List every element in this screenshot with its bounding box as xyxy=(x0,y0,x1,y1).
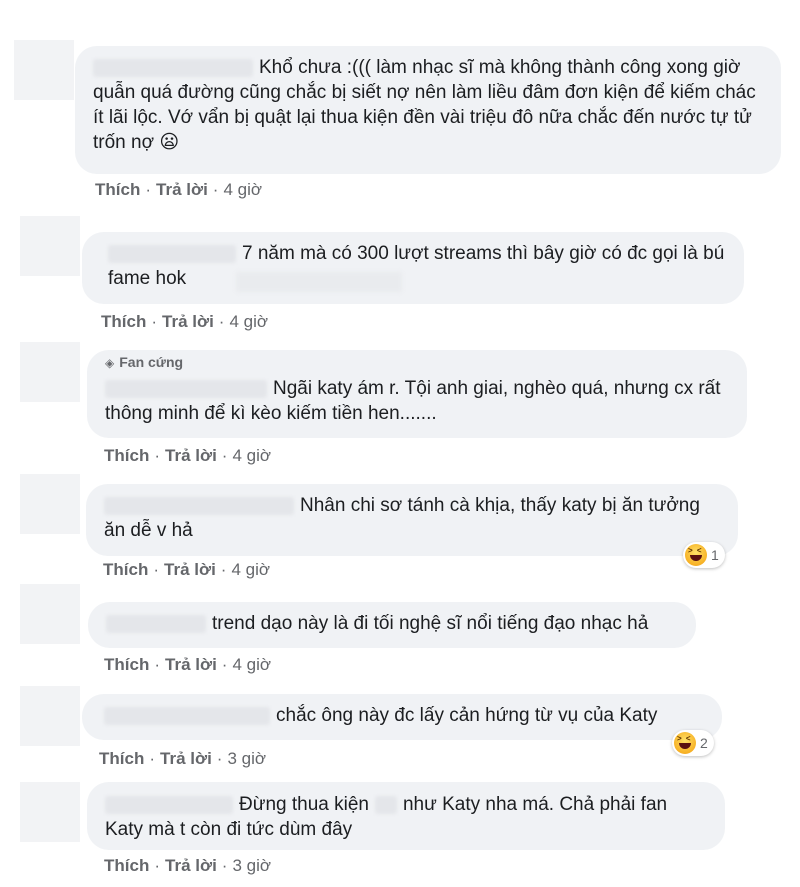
avatar[interactable] xyxy=(20,584,80,644)
comment-bubble: Nhân chi sơ tánh cà khịa, thấy katy bị ă… xyxy=(86,484,738,556)
avatar[interactable] xyxy=(20,342,80,402)
separator: · xyxy=(154,446,161,465)
comment-actions: Thích · Trả lời · 4 giờ xyxy=(101,312,268,332)
haha-icon xyxy=(685,544,707,566)
reply-button[interactable]: Trả lời xyxy=(165,856,217,875)
separator: · xyxy=(220,560,227,579)
separator: · xyxy=(221,655,228,674)
reaction-count: 1 xyxy=(711,547,719,563)
reply-button[interactable]: Trả lời xyxy=(165,655,217,674)
avatar[interactable] xyxy=(20,474,80,534)
comment-bubble: ◈ Fan cứng Ngãi katy ám r. Tội anh giai, … xyxy=(87,350,747,438)
avatar[interactable] xyxy=(14,40,74,100)
reply-button[interactable]: Trả lời xyxy=(164,560,216,579)
comment-actions: Thích · Trả lời · 4 giờ xyxy=(104,446,271,466)
avatar[interactable] xyxy=(20,216,80,276)
author-name[interactable] xyxy=(108,244,236,263)
comment-actions: Thích · Trả lời · 4 giờ xyxy=(95,180,262,200)
like-button[interactable]: Thích xyxy=(95,180,140,199)
timestamp[interactable]: 4 giờ xyxy=(231,560,270,579)
comment-bubble: 7 năm mà có 300 lượt streams thì bây giờ… xyxy=(82,232,744,304)
author-name[interactable] xyxy=(104,706,270,725)
separator: · xyxy=(216,749,223,768)
separator: · xyxy=(153,560,160,579)
timestamp[interactable]: 3 giờ xyxy=(232,856,271,875)
separator: · xyxy=(145,180,152,199)
diamond-icon: ◈ xyxy=(105,356,115,370)
reply-button[interactable]: Trả lời xyxy=(156,180,208,199)
haha-icon xyxy=(674,732,696,754)
separator: · xyxy=(212,180,219,199)
separator: · xyxy=(218,312,225,331)
separator: · xyxy=(149,749,156,768)
redacted-mention[interactable] xyxy=(374,795,397,814)
comment-actions: Thích · Trả lời · 3 giờ xyxy=(104,856,271,876)
separator: · xyxy=(151,312,158,331)
reaction-summary[interactable]: 1 xyxy=(683,542,725,568)
separator: · xyxy=(221,446,228,465)
like-button[interactable]: Thích xyxy=(101,312,146,331)
comment-text-part-1: Đừng thua kiện xyxy=(239,794,369,815)
comment-bubble: Khổ chưa :((( làm nhạc sĩ mà không thành… xyxy=(75,46,781,174)
reaction-count: 2 xyxy=(700,735,708,751)
reply-button[interactable]: Trả lời xyxy=(162,312,214,331)
separator: · xyxy=(154,655,161,674)
separator: · xyxy=(221,856,228,875)
reply-button[interactable]: Trả lời xyxy=(160,749,212,768)
author-name[interactable] xyxy=(106,614,206,633)
badge-label: Fan cứng xyxy=(119,354,184,370)
timestamp[interactable]: 3 giờ xyxy=(227,749,266,768)
separator: · xyxy=(154,856,161,875)
comment-actions: Thích · Trả lời · 3 giờ xyxy=(99,749,266,769)
redacted-area xyxy=(236,272,402,292)
timestamp[interactable]: 4 giờ xyxy=(232,655,271,674)
like-button[interactable]: Thích xyxy=(104,856,149,875)
like-button[interactable]: Thích xyxy=(104,446,149,465)
comment-bubble: Đừng thua kiện như Katy nha má. Chả phải … xyxy=(87,782,725,850)
author-name[interactable] xyxy=(105,795,233,814)
comment-text: chắc ông này đc lấy cản hứng từ vụ của K… xyxy=(276,705,658,726)
like-button[interactable]: Thích xyxy=(103,560,148,579)
timestamp[interactable]: 4 giờ xyxy=(232,446,271,465)
comment-text: trend dạo này là đi tối nghệ sĩ nổi tiến… xyxy=(212,613,649,634)
comment-actions: Thích · Trả lời · 4 giờ xyxy=(103,560,270,580)
author-name[interactable] xyxy=(105,379,267,398)
fan-badge[interactable]: ◈ Fan cứng xyxy=(105,353,729,372)
author-name[interactable] xyxy=(93,58,253,77)
author-name[interactable] xyxy=(104,496,294,515)
like-button[interactable]: Thích xyxy=(99,749,144,768)
avatar[interactable] xyxy=(20,686,80,746)
comment-bubble: trend dạo này là đi tối nghệ sĩ nổi tiến… xyxy=(88,602,696,648)
timestamp[interactable]: 4 giờ xyxy=(223,180,262,199)
comment-bubble: chắc ông này đc lấy cản hứng từ vụ của K… xyxy=(82,694,722,740)
comment-actions: Thích · Trả lời · 4 giờ xyxy=(104,655,271,675)
like-button[interactable]: Thích xyxy=(104,655,149,674)
avatar[interactable] xyxy=(20,782,80,842)
timestamp[interactable]: 4 giờ xyxy=(229,312,268,331)
reply-button[interactable]: Trả lời xyxy=(165,446,217,465)
reaction-summary[interactable]: 2 xyxy=(672,730,714,756)
